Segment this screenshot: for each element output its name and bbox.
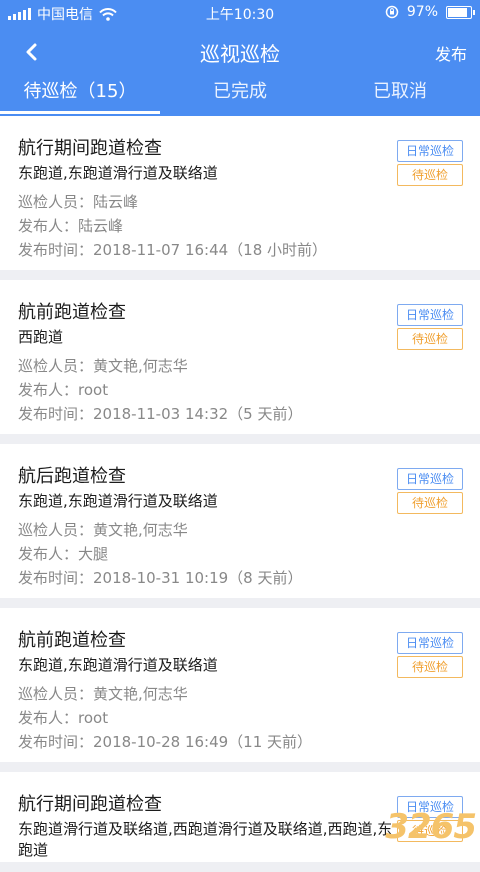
status-bar: 中国电信 上午10:30 97% [0, 0, 480, 26]
page-title: 巡视巡检 [200, 42, 280, 66]
status-badge: 待巡检 [397, 492, 463, 514]
inspection-card[interactable]: 航后跑道检查 东跑道,东跑道滑行道及联络道 巡检人员：黄文艳,何志华 发布人：大… [0, 444, 480, 598]
inspection-list: 航行期间跑道检查 东跑道,东跑道滑行道及联络道 巡检人员：陆云峰 发布人：陆云峰… [0, 116, 480, 872]
tab-cancelled[interactable]: 已取消 [320, 74, 480, 116]
status-badge: 待巡检 [397, 164, 463, 186]
inspection-time: 发布时间：2018-10-28 16:49（11 天前） [18, 733, 313, 751]
inspection-area: 东跑道,东跑道滑行道及联络道 [18, 164, 218, 182]
inspection-card[interactable]: 航前跑道检查 东跑道,东跑道滑行道及联络道 巡检人员：黄文艳,何志华 发布人：r… [0, 608, 480, 762]
inspection-inspectors: 巡检人员：黄文艳,何志华 [18, 685, 188, 703]
inspection-name: 航行期间跑道检查 [18, 794, 162, 815]
type-badge: 日常巡检 [397, 468, 463, 490]
inspection-publisher: 发布人：陆云峰 [18, 217, 124, 235]
watermark-number: 3265 [385, 807, 477, 847]
tab-completed[interactable]: 已完成 [160, 74, 320, 116]
inspection-name: 航行期间跑道检查 [18, 138, 162, 159]
inspection-time: 发布时间：2018-11-03 14:32（5 天前） [18, 405, 303, 423]
inspection-name: 航前跑道检查 [18, 302, 126, 323]
watermark: 3265 [385, 807, 477, 847]
status-right: 97% [385, 4, 475, 20]
inspection-time: 发布时间：2018-10-31 10:19（8 天前） [18, 569, 303, 587]
inspection-publisher: 发布人：root [18, 709, 109, 727]
type-badge: 日常巡检 [397, 632, 463, 654]
tab-pending-label: 待巡检（15） [23, 81, 137, 102]
inspection-inspectors: 巡检人员：陆云峰 [18, 193, 139, 211]
inspection-publisher: 发布人：大腿 [18, 545, 109, 563]
battery-percent: 97% [406, 4, 438, 20]
tab-completed-label: 已完成 [213, 81, 267, 102]
inspection-inspectors: 巡检人员：黄文艳,何志华 [18, 357, 188, 375]
inspection-area: 西跑道 [18, 328, 64, 346]
tab-cancelled-label: 已取消 [373, 81, 427, 102]
inspection-time: 发布时间：2018-11-07 16:44（18 小时前） [18, 241, 328, 259]
status-badge: 待巡检 [397, 328, 463, 350]
battery-icon [446, 5, 475, 19]
inspection-card[interactable]: 航前跑道检查 西跑道 巡检人员：黄文艳,何志华 发布人：root 发布时间：20… [0, 280, 480, 434]
inspection-card[interactable]: 航行期间跑道检查 东跑道,东跑道滑行道及联络道 巡检人员：陆云峰 发布人：陆云峰… [0, 116, 480, 270]
type-badge: 日常巡检 [397, 304, 463, 326]
watermark-digits-b: 65 [430, 807, 477, 847]
inspection-name: 航前跑道检查 [18, 630, 126, 651]
nav-bar: 巡视巡检 发布 [0, 30, 480, 74]
inspection-area: 东跑道,东跑道滑行道及联络道 [18, 492, 218, 510]
tab-pending[interactable]: 待巡检（15） [0, 74, 160, 116]
inspection-area: 东跑道,东跑道滑行道及联络道 [18, 656, 218, 674]
battery-fill [448, 7, 467, 17]
status-tabs: 待巡检（15） 已完成 已取消 [0, 74, 480, 116]
type-badge: 日常巡检 [397, 140, 463, 162]
status-badge: 待巡检 [397, 656, 463, 678]
inspection-name: 航后跑道检查 [18, 466, 126, 487]
app-header: 中国电信 上午10:30 97% 巡视巡检 发布 待巡检（15） 已完成 已取消 [0, 0, 480, 116]
tab-active-indicator [0, 111, 160, 114]
inspection-area: 东跑道滑行道及联络道,西跑道滑行道及联络道,西跑道,东跑道 [18, 820, 393, 859]
publish-button[interactable]: 发布 [435, 41, 467, 65]
inspection-inspectors: 巡检人员：黄文艳,何志华 [18, 521, 188, 539]
orientation-lock-icon [385, 5, 399, 19]
watermark-digits-a: 32 [385, 807, 431, 847]
inspection-publisher: 发布人：root [18, 381, 109, 399]
